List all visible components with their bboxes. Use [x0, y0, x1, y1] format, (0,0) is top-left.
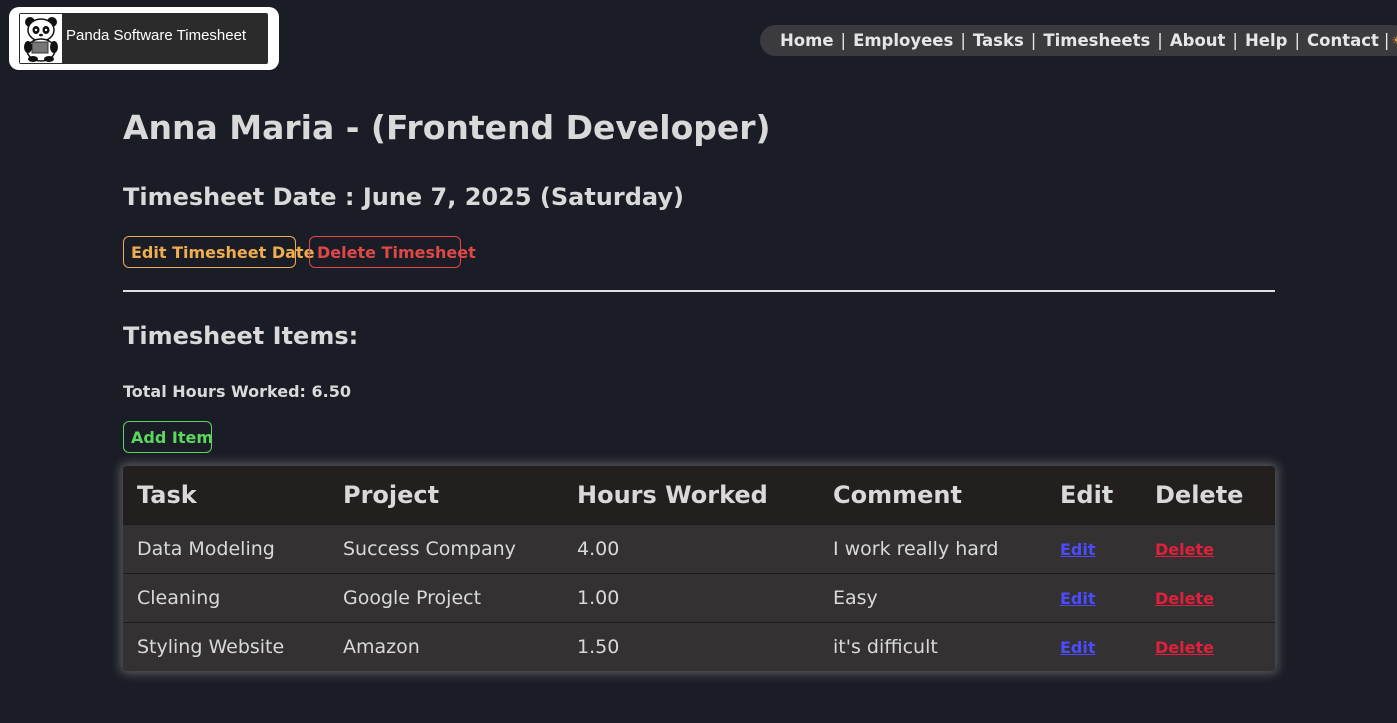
logo-banner: Panda Software Timesheet — [19, 13, 268, 64]
panda-icon — [20, 14, 62, 63]
page: Panda Software Timesheet Home | Employee… — [0, 0, 1397, 723]
cell-comment: I work really hard — [833, 537, 999, 560]
edit-item-link[interactable]: Edit — [1060, 589, 1096, 608]
employee-heading: Anna Maria - (Frontend Developer) — [123, 108, 771, 147]
cell-edit: Edit — [1046, 573, 1141, 622]
cell-comment: Easy — [833, 586, 878, 609]
edit-timesheet-date-button[interactable]: Edit Timesheet Date — [123, 236, 314, 268]
table-row: Cleaning Google Project 1.00 Easy Edit D… — [123, 573, 1275, 622]
nav-separator: | — [1030, 31, 1037, 50]
nav-separator: | — [1383, 31, 1390, 50]
cell-delete: Delete — [1141, 573, 1275, 622]
total-hours: Total Hours Worked: 6.50 — [123, 382, 351, 401]
cell-edit: Edit — [1046, 622, 1141, 671]
cell-delete: Delete — [1141, 622, 1275, 671]
nav-tasks[interactable]: Tasks — [973, 31, 1024, 50]
add-item-button[interactable]: Add Item — [123, 421, 213, 453]
timesheet-items-table: Task Project Hours Worked Comment Edit D… — [123, 466, 1275, 671]
cell-hours: 1.50 — [577, 635, 620, 658]
cell-hours: 4.00 — [577, 537, 620, 560]
delete-item-link[interactable]: Delete — [1155, 638, 1214, 657]
edit-item-link[interactable]: Edit — [1060, 638, 1096, 657]
sun-icon: ☀ — [1391, 34, 1397, 47]
logo[interactable]: Panda Software Timesheet — [9, 7, 279, 70]
nav-home[interactable]: Home — [780, 31, 834, 50]
header-task: Task — [137, 480, 197, 509]
timesheet-items-heading: Timesheet Items: — [123, 322, 359, 350]
nav-separator: | — [1232, 31, 1238, 50]
top-nav: Home | Employees | Tasks | Timesheets | … — [760, 25, 1397, 56]
cell-project: Amazon — [343, 635, 420, 658]
header-project: Project — [343, 480, 440, 509]
nav-timesheets[interactable]: Timesheets — [1043, 31, 1150, 50]
cell-hours: 1.00 — [577, 586, 620, 609]
cell-project: Success Company — [343, 537, 516, 560]
table-row: Styling Website Amazon 1.50 it's difficu… — [123, 622, 1275, 671]
edit-item-link[interactable]: Edit — [1060, 540, 1096, 559]
theme-toggle[interactable]: ☀ ☾ — [1391, 32, 1397, 50]
timesheet-date-heading: Timesheet Date : June 7, 2025 (Saturday) — [123, 183, 684, 211]
delete-item-link[interactable]: Delete — [1155, 540, 1214, 559]
total-hours-label: Total Hours Worked: — [123, 382, 306, 401]
delete-item-link[interactable]: Delete — [1155, 589, 1214, 608]
cell-comment: it's difficult — [833, 635, 938, 658]
nav-help[interactable]: Help — [1245, 31, 1287, 50]
cell-task: Cleaning — [137, 586, 221, 609]
header-edit: Edit — [1060, 480, 1114, 509]
header-comment: Comment — [833, 480, 962, 509]
nav-about[interactable]: About — [1170, 31, 1226, 50]
header-hours-worked: Hours Worked — [577, 480, 768, 509]
nav-separator: | — [1157, 31, 1163, 50]
cell-task: Styling Website — [137, 635, 285, 658]
cell-task: Data Modeling — [137, 537, 275, 560]
cell-edit: Edit — [1046, 524, 1141, 573]
nav-separator: | — [960, 31, 966, 50]
total-hours-value: 6.50 — [311, 382, 351, 401]
logo-text: Panda Software Timesheet — [66, 27, 247, 44]
table-header-row: Task Project Hours Worked Comment Edit D… — [123, 466, 1275, 524]
cell-project: Google Project — [343, 586, 482, 609]
delete-timesheet-button[interactable]: Delete Timesheet — [309, 236, 476, 268]
nav-separator: | — [840, 31, 847, 50]
nav-employees[interactable]: Employees — [853, 31, 953, 50]
nav-separator: | — [1294, 31, 1301, 50]
divider — [123, 290, 1275, 292]
nav-contact[interactable]: Contact — [1307, 31, 1379, 50]
table-row: Data Modeling Success Company 4.00 I wor… — [123, 524, 1275, 573]
cell-delete: Delete — [1141, 524, 1275, 573]
header-delete: Delete — [1155, 480, 1244, 509]
